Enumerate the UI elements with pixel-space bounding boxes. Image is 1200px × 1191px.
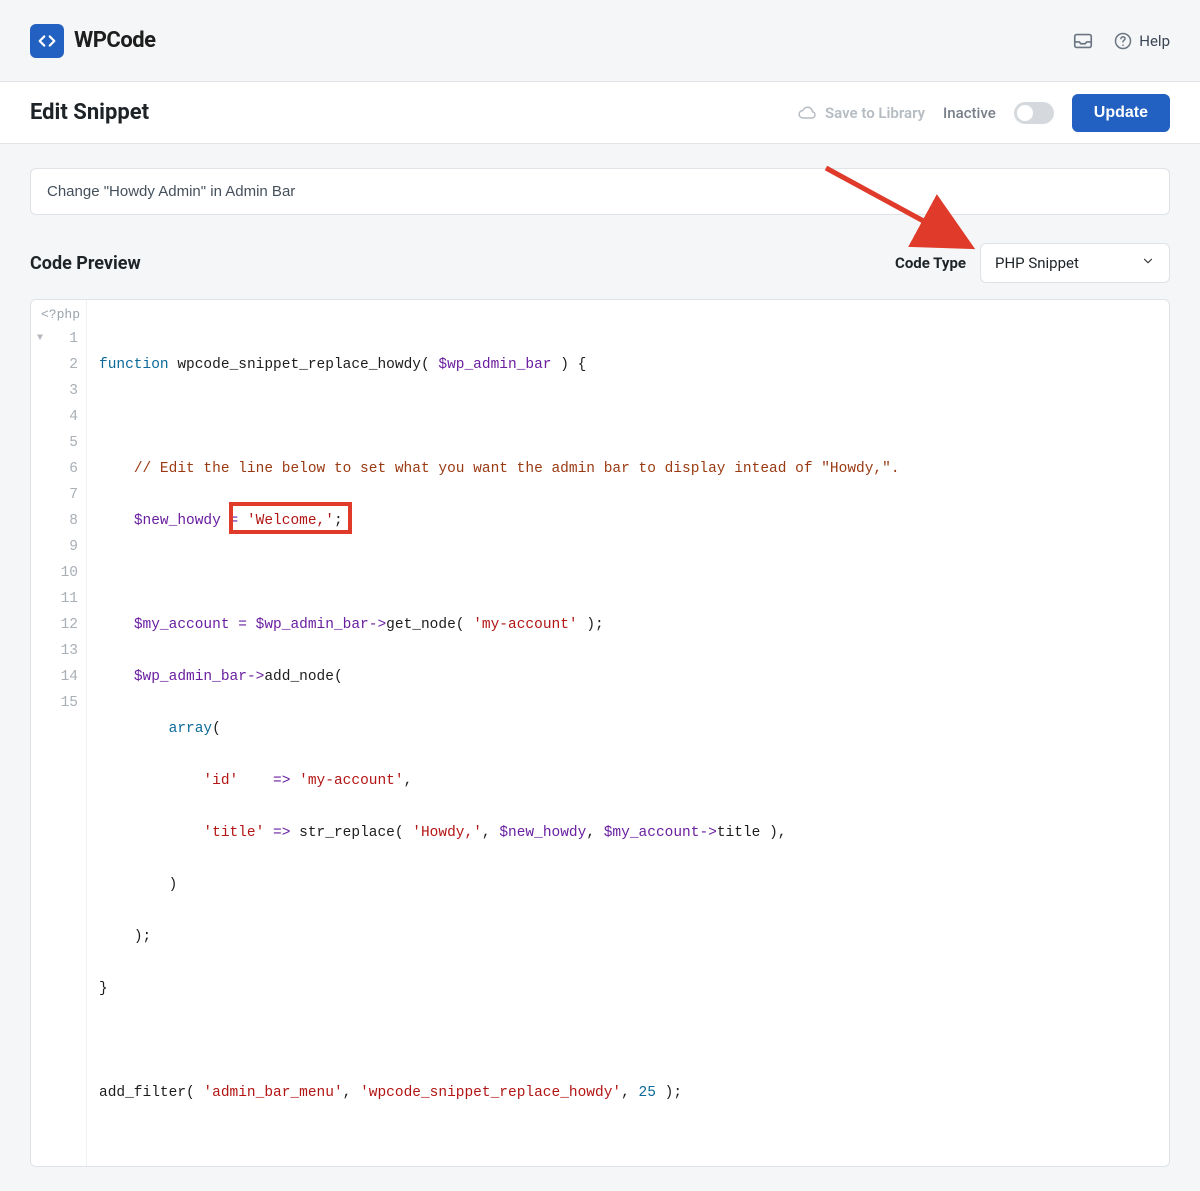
save-to-library-button[interactable]: Save to Library — [797, 103, 925, 123]
save-to-library-label: Save to Library — [825, 104, 925, 122]
topbar: WPCode Help — [0, 0, 1200, 82]
editor-gutter-php-open: <?php — [41, 302, 80, 328]
editor-gutter: <?php ▼ 1 2 3 4 5 6 7 8 9 10 11 12 13 14… — [31, 300, 87, 1166]
chevron-down-icon — [1141, 254, 1155, 272]
line-number: 12 — [35, 612, 78, 638]
line-number: 15 — [35, 690, 78, 716]
editor-code[interactable]: function wpcode_snippet_replace_howdy( $… — [87, 300, 1169, 1166]
line-number: 6 — [35, 456, 78, 482]
line-number: 7 — [35, 482, 78, 508]
status-label: Inactive — [943, 104, 996, 122]
help-icon — [1113, 31, 1133, 51]
brand-name: WPCode — [74, 28, 156, 53]
line-number: 14 — [35, 664, 78, 690]
brand-logo-mark — [30, 24, 64, 58]
code-type-select[interactable]: PHP Snippet — [980, 243, 1170, 283]
cloud-icon — [797, 103, 817, 123]
help-label: Help — [1139, 32, 1170, 50]
line-number: 10 — [35, 560, 78, 586]
inbox-icon[interactable] — [1071, 29, 1095, 53]
code-preview-heading: Code Preview — [30, 253, 141, 274]
line-number: 11 — [35, 586, 78, 612]
code-type-label: Code Type — [895, 254, 966, 272]
content-area: Code Preview Code Type PHP Snippet <?php… — [0, 144, 1200, 1191]
line-number: 8 — [35, 508, 78, 534]
update-button[interactable]: Update — [1072, 94, 1170, 132]
brand-logo: WPCode — [30, 24, 156, 58]
fold-triangle-icon[interactable]: ▼ — [37, 326, 43, 352]
code-slash-icon — [36, 30, 58, 52]
code-editor[interactable]: <?php ▼ 1 2 3 4 5 6 7 8 9 10 11 12 13 14… — [30, 299, 1170, 1167]
line-number: 9 — [35, 534, 78, 560]
line-number: 4 — [35, 404, 78, 430]
snippet-title-input[interactable] — [30, 168, 1170, 215]
line-number: 3 — [35, 378, 78, 404]
line-number: 5 — [35, 430, 78, 456]
page-title: Edit Snippet — [30, 100, 149, 125]
help-button[interactable]: Help — [1113, 31, 1170, 51]
subheader: Edit Snippet Save to Library Inactive Up… — [0, 82, 1200, 144]
active-toggle[interactable] — [1014, 102, 1054, 124]
line-number: 2 — [35, 352, 78, 378]
code-type-value: PHP Snippet — [995, 254, 1079, 272]
annotation-highlight-box — [229, 502, 352, 534]
line-number: 13 — [35, 638, 78, 664]
